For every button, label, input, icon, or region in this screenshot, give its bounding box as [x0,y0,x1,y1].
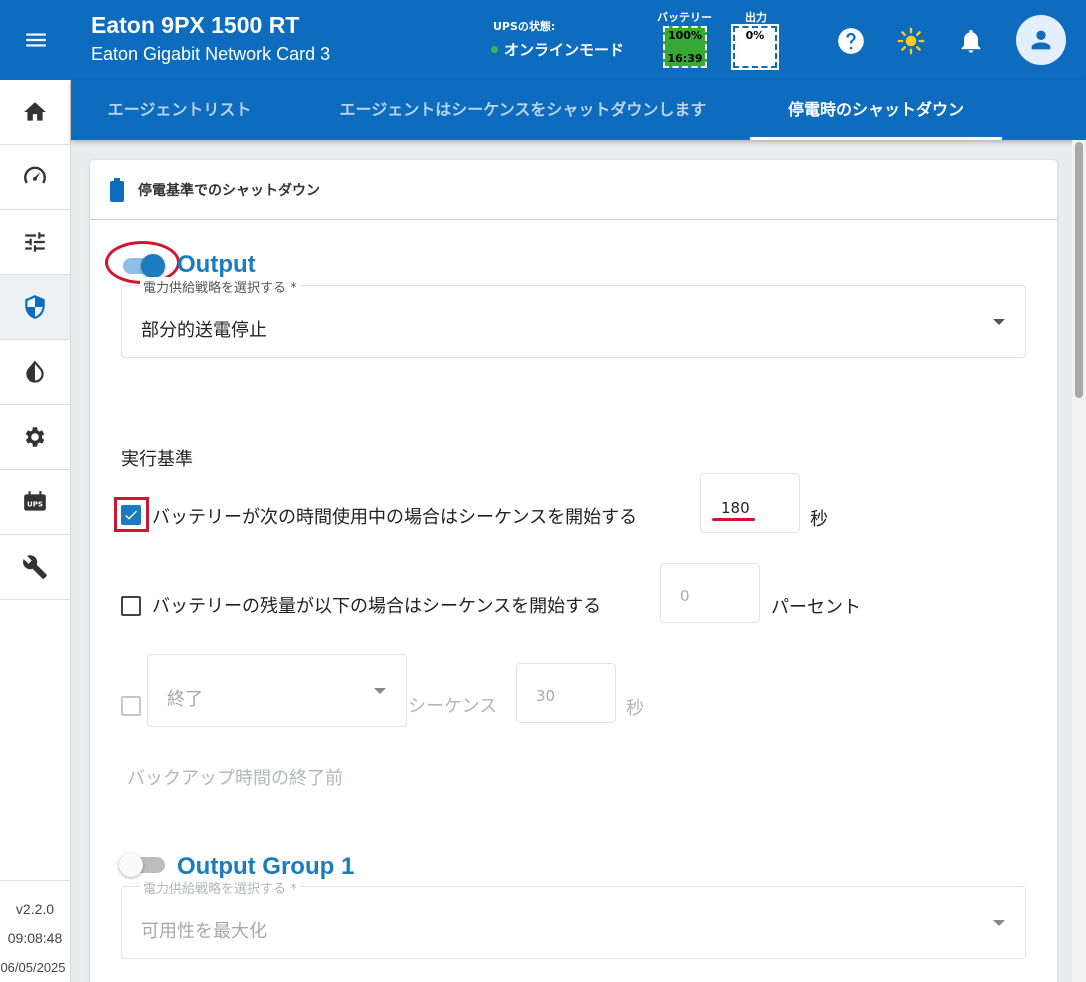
battery-time: 16:39 [667,52,703,65]
version-text: v2.2.0 [15,901,55,917]
sidebar-item-settings[interactable] [0,405,70,470]
sidebar-item-ups[interactable]: UPS [0,470,70,535]
battery-indicator[interactable]: 100% 16:39 [663,26,707,68]
shield-icon [25,295,45,319]
chevron-down-icon [993,319,1005,325]
chevron-down-icon [374,688,386,694]
chevron-down-icon [993,920,1005,926]
battery-level-value: 0 [680,587,690,605]
tab-agent-shutdown-sequence[interactable]: エージェントはシーケンスをシャットダウンします [298,80,748,140]
theme-sun-icon[interactable] [897,27,925,55]
battery-label: バッテリー [657,11,712,24]
gauge-icon [24,166,46,184]
battery-time-value: 180 [721,499,750,517]
output-strategy-select[interactable]: 電力供給戦略を選択する * 部分的送電停止 [121,277,1026,358]
ups-state-label: UPSの状態: [493,20,556,33]
scrollbar-thumb[interactable] [1075,142,1083,398]
sidebar-item-protection[interactable] [0,275,70,340]
battery-level-label: バッテリーの残量が以下の場合はシーケンスを開始する [152,596,602,617]
hamburger-icon [25,33,46,47]
output-strategy-value: 部分的送電停止 [141,320,267,341]
end-sequence-input[interactable]: 30 [516,663,616,723]
page-scrollbar[interactable] [1072,140,1086,982]
output-title: Output [177,251,256,278]
contrast-drop-icon [26,360,44,383]
sidebar: UPS v2.2.0 09:08:48 06/05/2025 [0,80,71,982]
ups-calendar-icon: UPS [24,491,46,511]
wrench-icon [23,555,47,579]
battery-time-input[interactable]: 180 [700,473,800,533]
end-sequence-checkbox[interactable] [121,696,141,716]
shutdown-card: 停電基準でのシャットダウン Output 電力供給戦略を選択する * 部分的送電… [90,160,1057,982]
battery-level-unit: パーセント [771,597,861,618]
home-icon [24,102,46,121]
status-dot-icon [491,46,498,53]
backup-note: バックアップ時間の終了前 [127,768,343,789]
bell-icon[interactable] [957,27,985,55]
ups-state-value: オンラインモード [504,41,625,59]
battery-percent: 100% [668,29,702,42]
ups-state: オンラインモード [491,39,624,60]
help-icon[interactable] [837,27,865,55]
svg-text:UPS: UPS [27,499,43,508]
gear-icon [25,427,45,447]
sidebar-item-home[interactable] [0,80,70,145]
output-label: 出力 [745,11,767,24]
top-header: Eaton 9PX 1500 RT Eaton Gigabit Network … [71,0,1086,80]
sliders-icon [25,232,45,252]
card-header: 停電基準でのシャットダウン [90,160,1057,220]
output-group-1-strategy-select[interactable]: 電力供給戦略を選択する * 可用性を最大化 [121,878,1026,959]
user-icon [1031,30,1051,50]
sidebar-item-maintenance[interactable] [0,535,70,600]
clock-date: 06/05/2025 [0,960,66,975]
tab-agent-list[interactable]: エージェントリスト [71,80,288,140]
battery-level-checkbox[interactable] [121,596,141,616]
end-sequence-unit: 秒 [626,698,644,719]
battery-time-label: バッテリーが次の時間使用中の場合はシーケンスを開始する [152,507,638,528]
sidebar-item-meters[interactable] [0,145,70,210]
device-subtitle: Eaton Gigabit Network Card 3 [91,44,331,64]
user-avatar[interactable] [1016,15,1066,65]
sidebar-item-environment[interactable] [0,340,70,405]
sidebar-item-controls[interactable] [0,210,70,275]
annotation-underline [712,518,755,521]
criteria-title: 実行基準 [121,449,193,470]
output-group-1-toggle[interactable] [119,853,165,877]
check-icon [125,510,137,520]
output-group-1-title: Output Group 1 [177,853,355,880]
end-sequence-select[interactable]: 終了 [147,654,407,727]
menu-button[interactable] [0,0,71,80]
end-sequence-value: 30 [536,687,556,705]
sidebar-footer: v2.2.0 09:08:48 06/05/2025 [0,880,70,982]
battery-time-checkbox[interactable] [121,505,141,525]
clock-time: 09:08:48 [7,930,63,946]
battery-time-unit: 秒 [810,509,828,530]
battery-level-input[interactable]: 0 [660,563,760,623]
device-title: Eaton 9PX 1500 RT [91,12,300,38]
output-strategy-label: 電力供給戦略を選択する * [140,277,300,296]
output-group-1-toggle-thumb [119,853,143,877]
output-group-1-strategy-label: 電力供給戦略を選択する * [140,878,300,897]
end-sequence-select-value: 終了 [167,689,203,710]
output-percent: 0% [745,29,765,42]
tab-power-outage-shutdown[interactable]: 停電時のシャットダウン [750,80,1002,140]
output-group-1-strategy-value: 可用性を最大化 [141,921,267,942]
end-sequence-label: シーケンス [408,696,498,717]
card-title: 停電基準でのシャットダウン [138,182,320,199]
battery-icon [110,177,124,202]
tab-bar: エージェントリスト エージェントはシーケンスをシャットダウンします 停電時のシャ… [71,80,1086,140]
output-indicator[interactable]: 0% [731,24,779,70]
